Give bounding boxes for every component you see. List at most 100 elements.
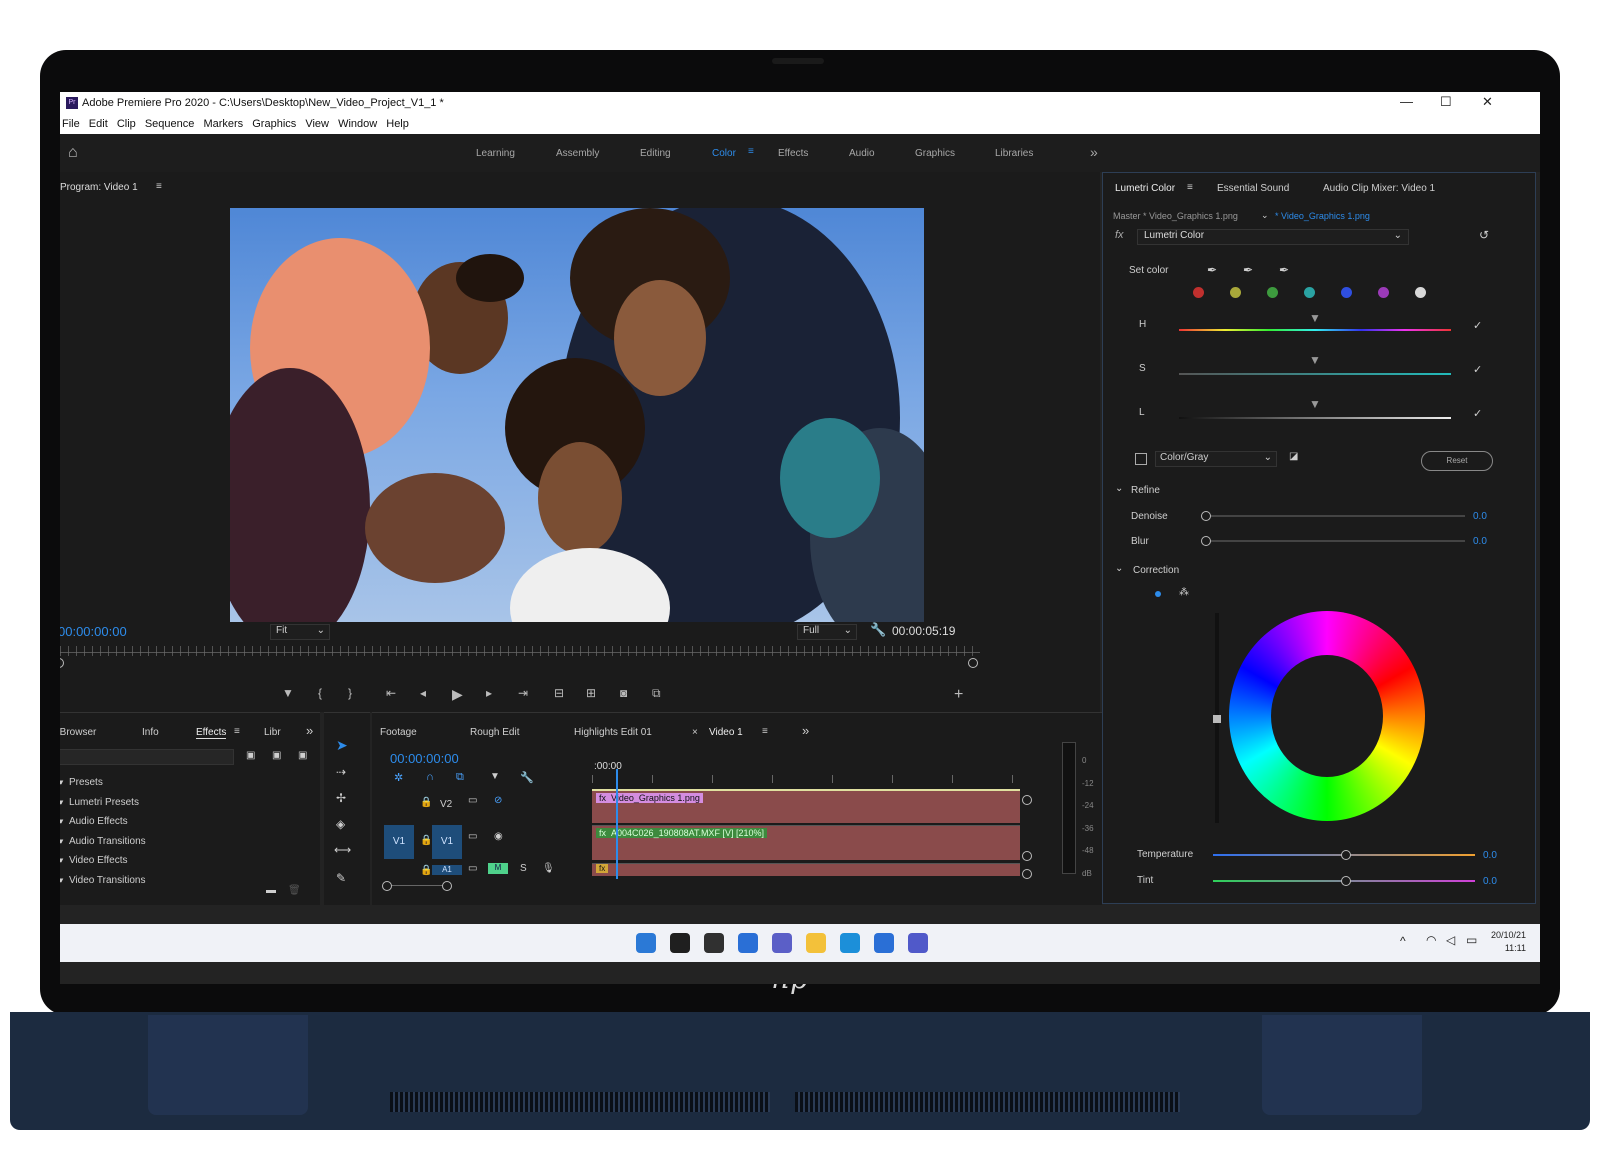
panel-menu-icon[interactable]: ≡	[156, 181, 162, 192]
timeline-timecode[interactable]: 00:00:00:00	[390, 751, 459, 766]
color-swatch[interactable]	[1378, 287, 1389, 298]
active-clip-label[interactable]: * Video_Graphics 1.png	[1275, 211, 1370, 221]
eyedropper-subtract-icon[interactable]: ✒	[1279, 263, 1289, 277]
task-view-icon[interactable]	[704, 933, 724, 953]
tab-effects[interactable]: Effects	[196, 727, 227, 739]
temperature-value[interactable]: 0.0	[1483, 850, 1497, 861]
mark-out-icon[interactable]: }	[348, 686, 352, 700]
timeline-playhead[interactable]	[616, 769, 618, 879]
lock-icon[interactable]: 🔒	[420, 797, 432, 808]
eye-icon[interactable]: ◉	[494, 831, 503, 842]
marker-icon[interactable]: ▼	[282, 686, 294, 700]
color-gray-dropdown[interactable]: Color/Gray ⌄	[1155, 451, 1277, 467]
go-to-in-icon[interactable]: ⇤	[386, 686, 396, 700]
accelerated-effects-icon[interactable]: ▣	[246, 750, 255, 761]
slip-tool-icon[interactable]: ⟷	[334, 843, 351, 857]
razor-tool-icon[interactable]: ◈	[336, 817, 345, 831]
time-ruler[interactable]	[60, 646, 980, 656]
menu-sequence[interactable]: Sequence	[145, 118, 195, 130]
blur-value[interactable]: 0.0	[1473, 536, 1487, 547]
zoom-start-handle[interactable]	[60, 658, 64, 668]
go-to-out-icon[interactable]: ⇥	[518, 686, 528, 700]
extract-icon[interactable]: ⊞	[586, 686, 596, 700]
close-button[interactable]: ✕	[1482, 94, 1493, 110]
track-select-icon[interactable]: ⇢	[336, 765, 346, 779]
clip-audio[interactable]: fx	[592, 863, 1020, 876]
menu-markers[interactable]: Markers	[203, 118, 243, 130]
show-mask-icon[interactable]: ◪	[1289, 451, 1298, 462]
menu-view[interactable]: View	[305, 118, 329, 130]
list-item[interactable]: › ▰ Lumetri Presets	[60, 797, 304, 817]
yuv-effects-icon[interactable]: ▣	[298, 750, 307, 761]
panel-overflow-icon[interactable]: »	[802, 723, 809, 738]
zoom-dropdown[interactable]: Fit ⌄	[270, 624, 330, 640]
track-end-handle[interactable]	[1022, 869, 1032, 879]
color-wheel[interactable]	[1229, 611, 1425, 821]
clock-date[interactable]: 20/10/21	[1486, 930, 1526, 940]
effects-search-input[interactable]: ⌕	[60, 749, 234, 765]
track-end-handle[interactable]	[1022, 851, 1032, 861]
zoom-handle-left[interactable]	[382, 881, 392, 891]
mute-button[interactable]: M	[488, 863, 508, 874]
workspace-editing[interactable]: Editing	[640, 148, 671, 159]
clock-time[interactable]: 11:11	[1486, 943, 1526, 953]
reset-button[interactable]: Reset	[1421, 451, 1493, 471]
trash-icon[interactable]: 🗑	[288, 885, 301, 896]
panel-menu-icon[interactable]: ≡	[234, 726, 240, 737]
saturation-slider[interactable]	[1179, 373, 1451, 375]
color-swatch[interactable]	[1341, 287, 1352, 298]
menu-help[interactable]: Help	[386, 118, 409, 130]
tab-highlights-edit[interactable]: Highlights Edit 01	[574, 727, 652, 738]
color-gray-checkbox[interactable]	[1135, 453, 1147, 465]
timeline-ruler[interactable]	[592, 775, 1032, 783]
denoise-value[interactable]: 0.0	[1473, 511, 1487, 522]
chevron-up-icon[interactable]: ^	[1400, 934, 1406, 948]
hue-check-icon[interactable]: ✓	[1473, 319, 1482, 332]
clip-video-graphics[interactable]: fx Video_Graphics 1.png	[592, 789, 1020, 823]
quality-dropdown[interactable]: Full ⌄	[797, 624, 857, 640]
compare-view-icon[interactable]: ⧉	[652, 686, 661, 701]
step-forward-icon[interactable]: ▸	[486, 686, 492, 700]
timeline-zoom-bar[interactable]	[386, 885, 446, 886]
wifi-icon[interactable]: ◠	[1426, 933, 1436, 947]
workspace-libraries[interactable]: Libraries	[995, 148, 1033, 159]
close-tab-icon[interactable]: ×	[692, 727, 698, 738]
snap-icon[interactable]: ∩	[426, 771, 434, 783]
refine-chevron-icon[interactable]: ⌄	[1115, 483, 1123, 494]
single-wheel-icon[interactable]	[1155, 591, 1161, 597]
search-icon[interactable]	[670, 933, 690, 953]
color-swatch[interactable]	[1193, 287, 1204, 298]
list-item[interactable]: › ▰ Audio Transitions	[60, 836, 304, 856]
nest-icon[interactable]: ✲	[394, 771, 403, 784]
reset-effect-icon[interactable]: ↺	[1479, 228, 1489, 242]
workspace-effects[interactable]: Effects	[778, 148, 808, 159]
menu-window[interactable]: Window	[338, 118, 377, 130]
refine-section-label[interactable]: Refine	[1131, 485, 1160, 496]
new-bin-icon[interactable]: ▬	[266, 885, 276, 896]
tab-lumetri-color[interactable]: Lumetri Color	[1115, 183, 1175, 194]
microphone-icon[interactable]: 🎙	[542, 863, 555, 874]
list-item[interactable]: › ▰ Presets	[60, 777, 304, 797]
menu-file[interactable]: File	[62, 118, 80, 130]
menu-graphics[interactable]: Graphics	[252, 118, 296, 130]
workspace-graphics[interactable]: Graphics	[915, 148, 955, 159]
saturation-check-icon[interactable]: ✓	[1473, 363, 1482, 376]
widgets-icon[interactable]	[738, 933, 758, 953]
ripple-edit-icon[interactable]: ✢	[336, 791, 346, 805]
camera-icon[interactable]: ◙	[620, 686, 627, 700]
color-wheel-center[interactable]	[1271, 655, 1383, 777]
correction-chevron-icon[interactable]: ⌄	[1115, 563, 1123, 574]
wheel-luma-handle[interactable]	[1213, 715, 1221, 723]
denoise-slider[interactable]	[1205, 515, 1465, 517]
saturation-slider-handle[interactable]: ▼	[1309, 353, 1321, 367]
chevron-down-icon[interactable]: ⌄	[1261, 210, 1269, 221]
edge-icon[interactable]	[840, 933, 860, 953]
battery-icon[interactable]: ▭	[1466, 933, 1477, 947]
eyedropper-add-icon[interactable]: ✒	[1243, 263, 1253, 277]
effect-dropdown[interactable]: Lumetri Color ⌄	[1137, 229, 1409, 245]
solo-button[interactable]: S	[520, 863, 527, 874]
clip-a004c026[interactable]: fx A004C026_190808AT.MXF [V] [210%]	[592, 825, 1020, 860]
zoom-handle-right[interactable]	[442, 881, 452, 891]
three-wheel-icon[interactable]: ⁂	[1179, 587, 1189, 598]
toggle-sync-icon[interactable]: ▭	[468, 863, 477, 874]
